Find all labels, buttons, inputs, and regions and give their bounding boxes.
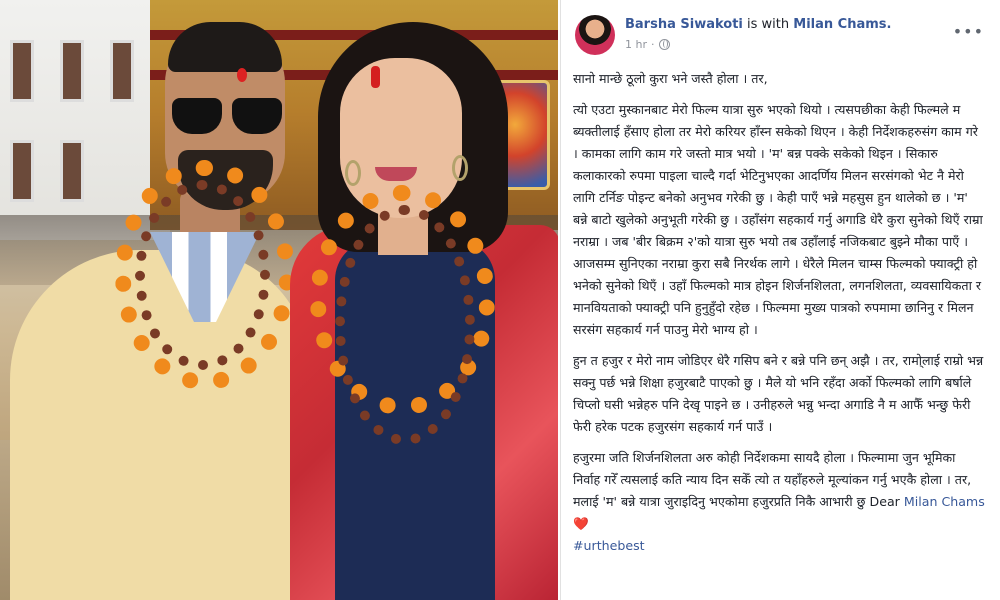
mention-link[interactable]: Milan Chams (904, 494, 985, 509)
avatar[interactable] (575, 15, 615, 55)
author-name-link[interactable]: Barsha Siwakoti (625, 17, 743, 32)
heart-icon: ❤️ (573, 516, 589, 531)
post-text: सानो मान्छे ठूलो कुरा भने जस्तै होला । त… (573, 68, 988, 557)
earring (345, 160, 361, 186)
woman-rudraksha-garland (335, 205, 475, 445)
tika-mark (237, 68, 247, 82)
post-paragraph: सानो मान्छे ठूलो कुरा भने जस्तै होला । त… (573, 71, 768, 86)
post-photo[interactable] (0, 0, 558, 600)
meta-separator: · (651, 38, 655, 51)
hashtag-link[interactable]: #urthebest (573, 538, 645, 553)
tika-mark (371, 66, 380, 88)
timestamp-link[interactable]: 1 hr (625, 38, 647, 51)
with-text: is with (747, 17, 790, 32)
post-meta: 1 hr · (625, 38, 670, 51)
man-rudraksha-garland (135, 180, 270, 370)
post-paragraph: हुन त हजुर र मेरो नाम जोडिएर धेरै गसिप ब… (573, 353, 984, 434)
post-paragraph: हजुरमा जति शिर्जनशिलता अरु कोही निर्देशक… (573, 450, 985, 553)
facebook-post: Barsha Siwakoti is with Milan Chams. 1 h… (560, 0, 1000, 600)
tagged-person-link[interactable]: Milan Chams. (793, 17, 891, 32)
earring (452, 155, 468, 181)
more-options-icon[interactable]: ••• (953, 22, 984, 41)
post-header: Barsha Siwakoti is with Milan Chams. 1 h… (573, 12, 988, 68)
globe-icon[interactable] (658, 39, 670, 50)
sunglasses (172, 98, 284, 134)
post-paragraph: त्यो एउटा मुस्कानबाट मेरो फिल्म यात्रा स… (573, 102, 983, 337)
